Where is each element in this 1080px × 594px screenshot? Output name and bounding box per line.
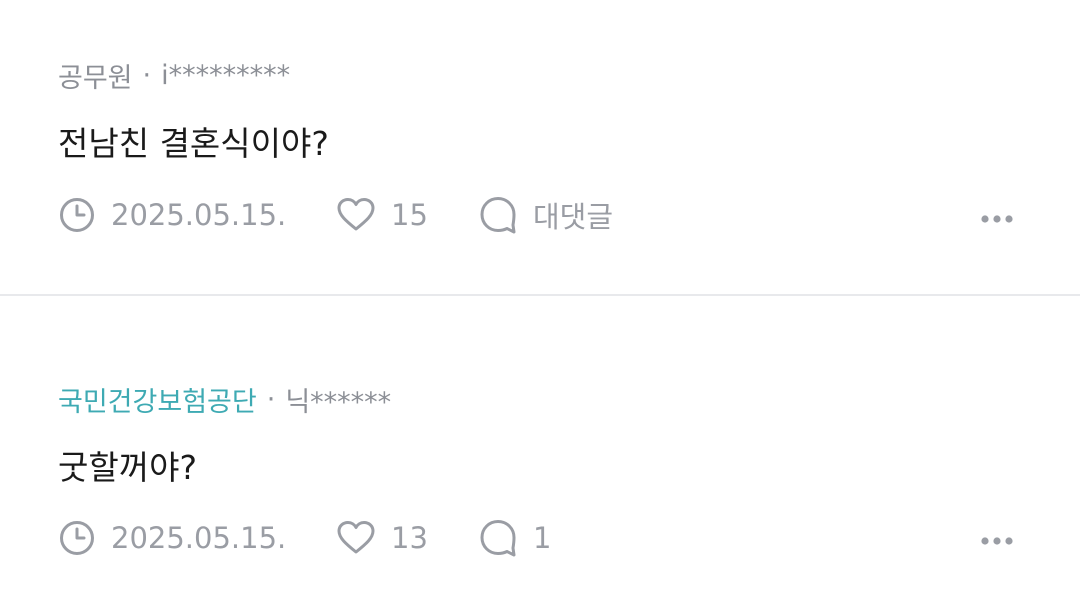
like-button[interactable]: 13 [336, 520, 478, 556]
comment-actions: 2025.05.15. 13 1 [58, 516, 551, 560]
reply-label: 대댓글 [533, 200, 614, 234]
heart-icon [337, 198, 375, 231]
meta-separator: · [142, 60, 152, 91]
clock-icon [60, 198, 94, 232]
comment-item: 국민건강보험공단 · 닉****** 굿할꺼야? 2025.05.15. 13 … [0, 296, 1080, 594]
comment-text: 전남친 결혼식이야? [58, 124, 329, 163]
comment-item: 공무원 · i********* 전남친 결혼식이야? 2025.05.15. … [0, 0, 1080, 295]
comment-meta: 공무원 · i********* [58, 56, 290, 95]
comment-date: 2025.05.15. [58, 196, 336, 234]
reply-button[interactable]: 1 [478, 518, 551, 558]
reply-button[interactable]: 대댓글 [478, 194, 613, 236]
like-count: 13 [391, 521, 428, 555]
clock-icon [60, 521, 94, 555]
comment-date: 2025.05.15. [58, 519, 336, 557]
comment-meta: 국민건강보험공단 · 닉****** [58, 380, 391, 419]
author-username: 닉****** [285, 387, 392, 418]
speech-bubble-icon [480, 520, 516, 557]
author-organization[interactable]: 공무원 [58, 56, 133, 95]
more-dots-icon[interactable] [980, 536, 1014, 546]
like-button[interactable]: 15 [336, 197, 478, 233]
author-username: i********* [161, 60, 291, 91]
more-dots-icon[interactable] [980, 214, 1014, 224]
meta-separator: · [266, 384, 276, 415]
date-text: 2025.05.15. [111, 521, 287, 555]
reply-count: 1 [533, 521, 552, 555]
speech-bubble-icon [480, 197, 516, 234]
comment-actions: 2025.05.15. 15 대댓글 [58, 193, 613, 237]
like-count: 15 [391, 198, 428, 232]
date-text: 2025.05.15. [111, 198, 287, 232]
comment-text: 굿할꺼야? [58, 448, 197, 487]
heart-icon [337, 521, 375, 554]
author-organization[interactable]: 국민건강보험공단 [58, 380, 257, 419]
